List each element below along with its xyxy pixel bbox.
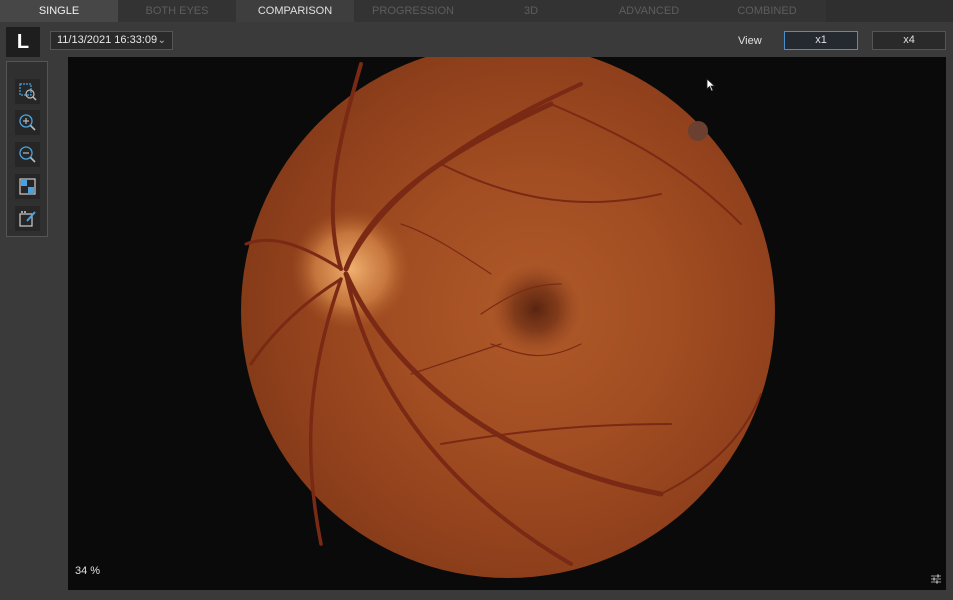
tab-progression[interactable]: PROGRESSION [354,0,472,22]
zoom-out-icon [19,146,36,163]
tab-both-eyes[interactable]: BOTH EYES [118,0,236,22]
edit-button[interactable] [15,206,40,231]
zoom-in-icon [19,114,36,131]
compare-icon [19,178,36,195]
view-x4-button[interactable]: x4 [872,31,946,50]
tab-bar: SINGLE BOTH EYES COMPARISON PROGRESSION … [0,0,953,22]
zoom-out-button[interactable] [15,142,40,167]
edit-icon [19,211,36,227]
exam-date-value: 11/13/2021 16:33:09 [57,34,158,46]
chevron-down-icon: ⌄ [157,35,166,46]
tab-comparison[interactable]: COMPARISON [236,0,354,22]
tool-panel [6,61,48,237]
tab-3d[interactable]: 3D [472,0,590,22]
tab-combined[interactable]: COMBINED [708,0,826,22]
zoom-percent: 34 % [75,565,101,577]
zoom-region-icon [19,83,37,101]
zoom-region-button[interactable] [15,79,40,104]
exam-date-select[interactable]: 11/13/2021 16:33:09 ⌄ [50,31,173,50]
adjust-settings-icon[interactable] [930,573,942,585]
eye-indicator: L [6,27,40,57]
image-viewer[interactable]: 34 % [68,57,946,590]
mouse-cursor-icon [706,78,716,92]
compare-button[interactable] [15,174,40,199]
tab-advanced[interactable]: ADVANCED [590,0,708,22]
view-label: View [738,35,762,47]
image-edge-notch [688,121,708,141]
zoom-in-button[interactable] [15,110,40,135]
tab-single[interactable]: SINGLE [0,0,118,22]
view-x1-button[interactable]: x1 [784,31,858,50]
